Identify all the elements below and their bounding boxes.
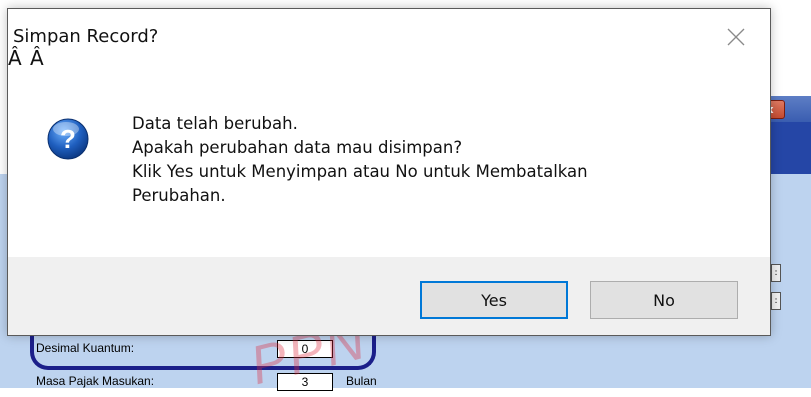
- message-dialog: Simpan Record? Â Â ? Data telah berubah.…: [7, 8, 771, 336]
- background-side-button[interactable]: :: [771, 264, 781, 282]
- field-label-desimal-kuantum: Desimal Kuantum:: [36, 341, 135, 355]
- yes-button[interactable]: Yes: [420, 281, 568, 319]
- message-line: Apakah perubahan data mau disimpan?: [132, 138, 463, 157]
- svg-text:?: ?: [60, 124, 76, 154]
- background-side-button[interactable]: :: [771, 292, 781, 310]
- question-icon: ?: [47, 118, 89, 160]
- field-label-masa-pajak: Masa Pajak Masukan:: [36, 374, 155, 388]
- no-button[interactable]: No: [590, 281, 738, 319]
- message-line: Data telah berubah.: [132, 114, 298, 133]
- dialog-title: Simpan Record?: [13, 26, 159, 47]
- message-line: Perubahan.: [132, 186, 226, 205]
- close-icon[interactable]: [722, 23, 750, 51]
- dialog-message: Data telah berubah. Apakah perubahan dat…: [132, 112, 588, 208]
- masa-pajak-unit: Bulan: [346, 374, 377, 388]
- title-encoding-artifact: Â Â: [8, 46, 45, 70]
- message-line: Klik Yes untuk Menyimpan atau No untuk M…: [132, 162, 588, 181]
